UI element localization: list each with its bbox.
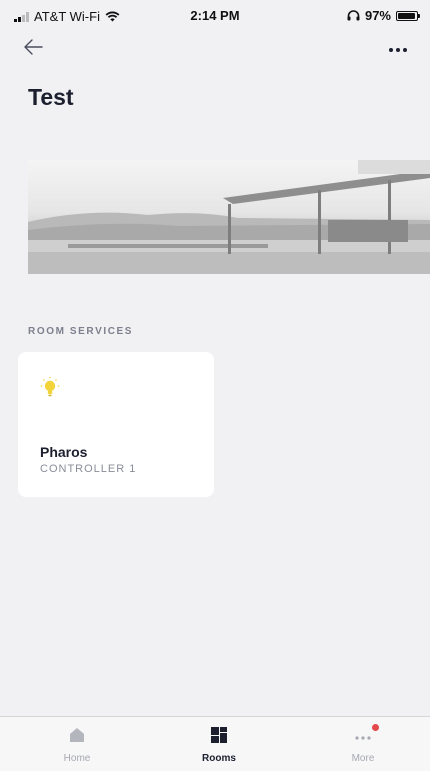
tab-rooms[interactable]: Rooms: [164, 717, 274, 771]
status-right: 97%: [347, 8, 420, 23]
notification-dot: [372, 724, 379, 731]
back-button[interactable]: [22, 36, 50, 64]
tab-home-label: Home: [63, 753, 91, 764]
section-label-room-services: ROOM SERVICES: [28, 326, 134, 337]
lightbulb-icon: [40, 376, 60, 397]
tab-more-label: More: [351, 753, 375, 764]
more-dots-icon: [355, 736, 371, 740]
page-title: Test: [28, 84, 74, 110]
room-photo: [28, 160, 430, 274]
battery-fill: [398, 12, 416, 19]
service-name: Pharos: [40, 444, 88, 460]
service-card-pharos[interactable]: Pharos CONTROLLER 1: [18, 352, 214, 497]
tab-more[interactable]: More: [308, 717, 418, 771]
rooms-grid-icon: [211, 727, 227, 743]
status-bar: AT&T Wi-Fi 2:14 PM 97%: [0, 0, 430, 30]
battery-percent: 97%: [364, 8, 391, 23]
arrow-left-icon: [24, 39, 43, 55]
home-icon: [70, 728, 84, 742]
tab-bar: Home Rooms More: [0, 716, 430, 771]
service-subtitle: CONTROLLER 1: [40, 463, 137, 475]
tab-home[interactable]: Home: [22, 717, 132, 771]
ellipsis-icon: [389, 48, 393, 52]
tab-rooms-label: Rooms: [202, 753, 236, 764]
battery-icon: [396, 10, 420, 21]
headphones-icon: [347, 10, 360, 21]
more-options-button[interactable]: [384, 38, 412, 62]
room-hero-image: [28, 160, 430, 274]
